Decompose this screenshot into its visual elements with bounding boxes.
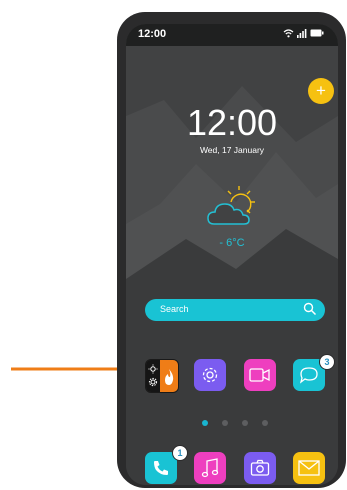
status-icons [283,28,324,41]
phone-icon [154,461,168,475]
page-dot-1[interactable] [202,420,208,426]
search-placeholder: Search [160,304,189,314]
gear-icon [202,367,218,383]
camera-app[interactable] [244,452,276,484]
page-dot-4[interactable] [262,420,268,426]
lockscreen-date: Wed, 17 January [199,145,265,155]
status-bar: 12:00 [126,24,338,46]
battery-icon [310,29,324,37]
temperature-label: - 6°C [219,237,245,249]
weather-icon [207,186,255,225]
settings-app[interactable] [194,359,226,391]
video-app[interactable] [244,359,276,391]
signal-icon [296,29,307,38]
phone-frame: 12:00 + 12:00 Wed, 17 January - 6°C Sear… [117,12,346,488]
chat-bubble-icon [299,367,318,384]
video-camera-icon [249,368,270,382]
home-screen: 12:00 + 12:00 Wed, 17 January - 6°C Sear… [126,24,338,485]
wifi-icon [283,29,294,38]
music-note-icon [201,458,219,478]
sun-flame-icon [146,360,178,392]
phone-badge: 1 [172,445,188,461]
camera-icon [250,459,270,476]
search-icon[interactable] [303,302,317,316]
lockscreen-clock: 12:00 [186,102,278,143]
page-dot-2[interactable] [222,420,228,426]
search-bar[interactable]: Search [145,299,325,321]
mail-icon [298,460,320,476]
music-app[interactable] [194,452,226,484]
page-dot-3[interactable] [242,420,248,426]
status-time: 12:00 [138,28,167,40]
theme-toggle-app[interactable] [145,359,179,393]
messages-badge: 3 [319,354,335,370]
mountain-wallpaper [126,86,338,485]
mail-app[interactable] [293,452,325,484]
add-button[interactable]: + [308,78,334,104]
